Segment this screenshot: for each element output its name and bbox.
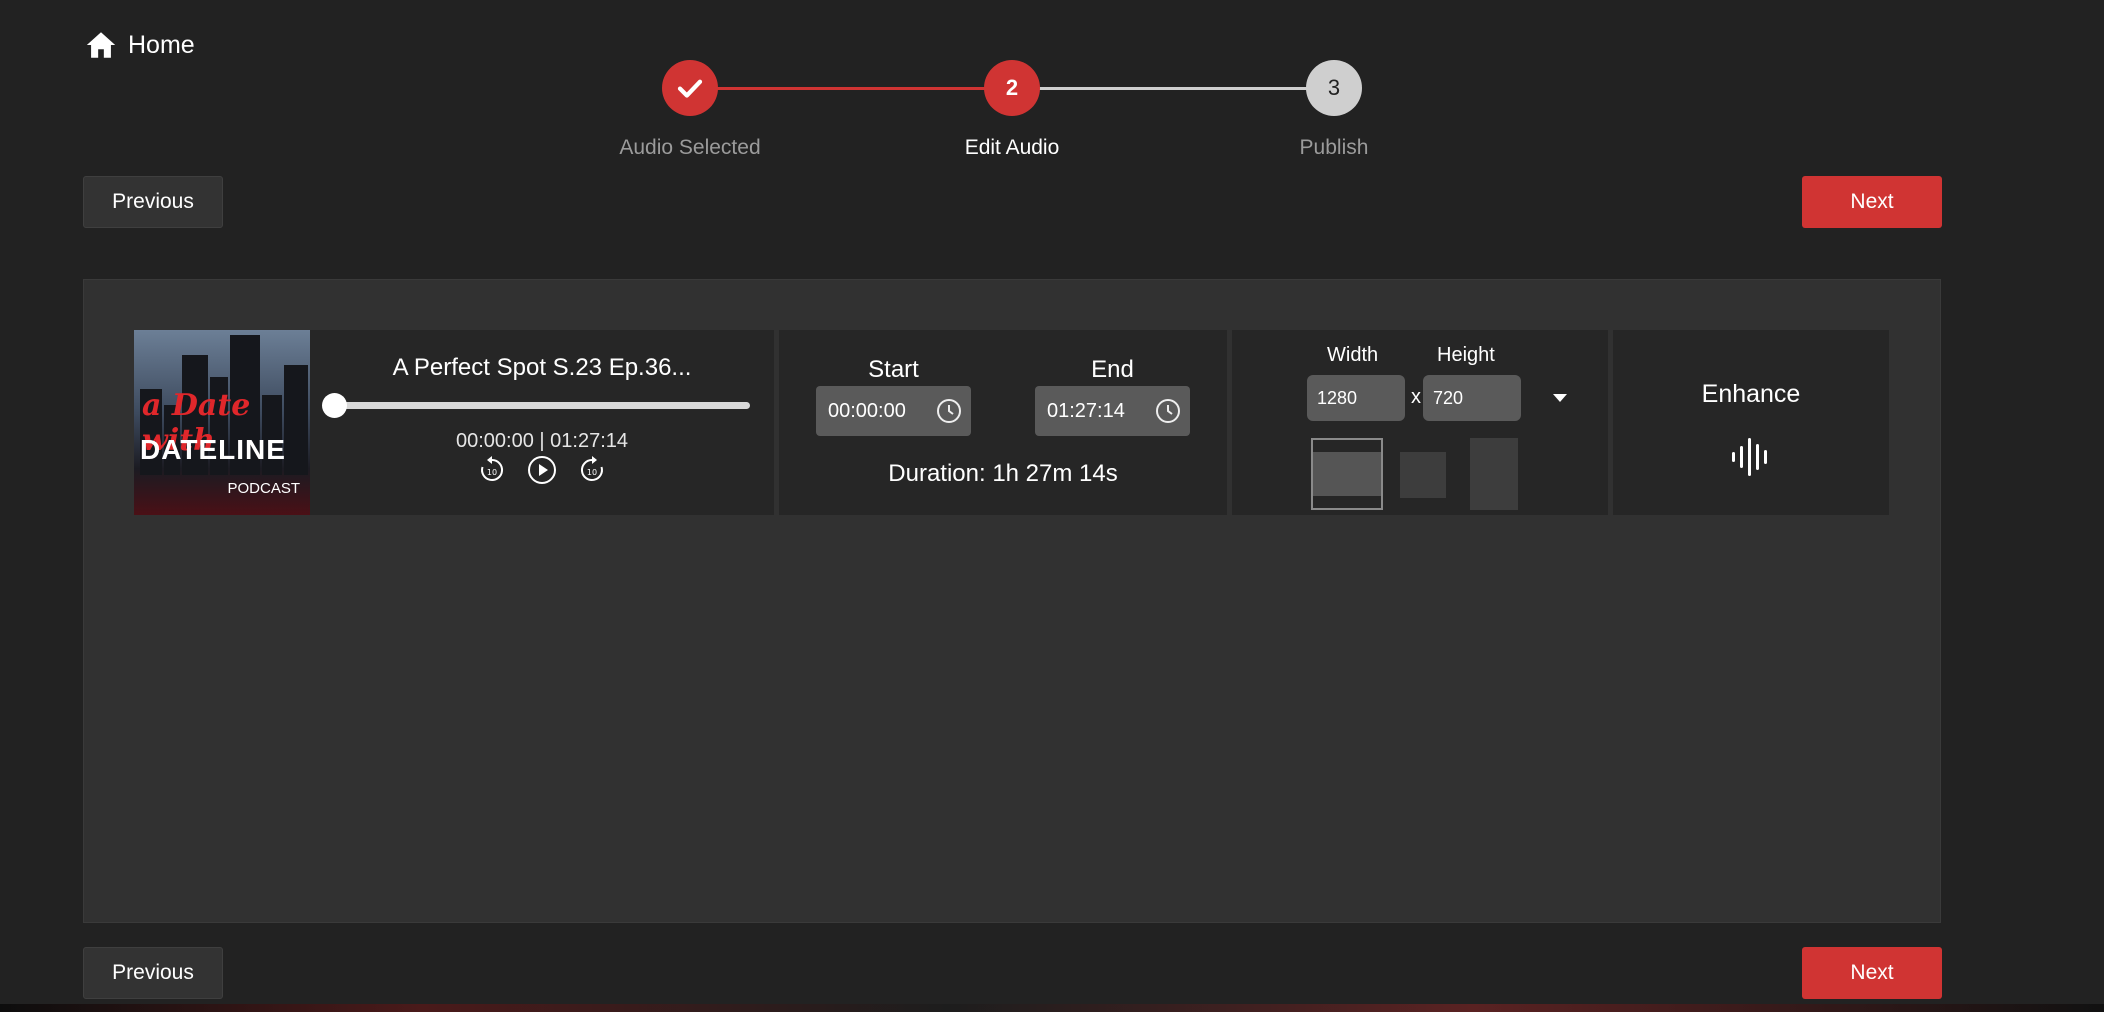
start-time-value: 00:00:00: [828, 399, 906, 422]
svg-text:10: 10: [587, 468, 597, 477]
next-button-bottom[interactable]: Next: [1802, 947, 1942, 999]
enhance-button[interactable]: Enhance: [1613, 330, 1889, 515]
check-icon: [662, 60, 718, 116]
step-number: 2: [984, 60, 1040, 116]
step-edit-audio[interactable]: 2 Edit Audio: [912, 60, 1112, 160]
play-icon[interactable]: [526, 454, 558, 486]
aspect-portrait-option[interactable]: [1470, 438, 1518, 510]
trim-controls: Start End 00:00:00 01:27:14 Duration: 1h…: [779, 330, 1227, 515]
artwork-title-block: DATELINE: [140, 434, 286, 465]
start-label: Start: [868, 356, 919, 383]
end-time-value: 01:27:14: [1047, 399, 1125, 422]
seek-bar[interactable]: [334, 402, 750, 409]
total-time: 01:27:14: [550, 430, 629, 452]
clock-icon[interactable]: [1154, 397, 1182, 425]
duration-text: Duration: 1h 27m 14s: [888, 460, 1118, 487]
start-time-field[interactable]: 00:00:00: [816, 386, 971, 436]
step-label: Audio Selected: [619, 136, 761, 159]
waveform-icon: [1732, 438, 1767, 476]
step-publish[interactable]: 3 Publish: [1234, 60, 1434, 160]
audio-edit-row: a Date with DATELINE PODCAST A Perfect S…: [134, 330, 1889, 515]
height-input[interactable]: [1423, 375, 1521, 421]
aspect-square-option[interactable]: [1400, 452, 1446, 498]
time-readout: 00:00:00 | 01:27:14: [310, 430, 774, 453]
forward-10-icon[interactable]: 10: [576, 454, 608, 486]
audio-player: a Date with DATELINE PODCAST A Perfect S…: [134, 330, 774, 515]
rewind-10-icon[interactable]: 10: [476, 454, 508, 486]
progress-stepper: Audio Selected 2 Edit Audio 3 Publish: [560, 60, 1368, 170]
chevron-down-icon[interactable]: [1550, 390, 1570, 406]
aspect-landscape-option[interactable]: [1311, 438, 1383, 510]
dimension-separator: x: [1411, 386, 1421, 408]
current-time: 00:00:00: [455, 430, 534, 452]
home-label: Home: [128, 30, 195, 59]
home-link[interactable]: Home: [84, 28, 195, 62]
time-separator: |: [539, 430, 545, 452]
seek-handle[interactable]: [322, 393, 347, 418]
enhance-label: Enhance: [1701, 380, 1801, 408]
previous-button-top[interactable]: Previous: [83, 176, 223, 228]
step-label: Publish: [1299, 136, 1369, 159]
playback-controls: 10 10: [310, 454, 774, 486]
svg-text:10: 10: [487, 468, 497, 477]
step-label: Edit Audio: [964, 136, 1060, 159]
player-info: A Perfect Spot S.23 Ep.36... 00:00:00 | …: [310, 330, 774, 515]
artwork-subtitle: PODCAST: [227, 480, 300, 497]
edit-panel: a Date with DATELINE PODCAST A Perfect S…: [83, 279, 1941, 923]
clock-icon[interactable]: [935, 397, 963, 425]
output-size-controls: Width Height x: [1232, 330, 1608, 515]
home-icon: [86, 32, 116, 58]
next-button-top[interactable]: Next: [1802, 176, 1942, 228]
podcast-artwork: a Date with DATELINE PODCAST: [134, 330, 310, 515]
track-title: A Perfect Spot S.23 Ep.36...: [392, 354, 692, 381]
step-number: 3: [1306, 60, 1362, 116]
page-footer-edge: [0, 1004, 2104, 1012]
previous-button-bottom[interactable]: Previous: [83, 947, 223, 999]
end-time-field[interactable]: 01:27:14: [1035, 386, 1190, 436]
end-label: End: [1091, 356, 1134, 383]
height-label: Height: [1437, 344, 1495, 366]
width-label: Width: [1327, 344, 1379, 366]
step-audio-selected[interactable]: Audio Selected: [590, 60, 790, 160]
width-input[interactable]: [1307, 375, 1405, 421]
